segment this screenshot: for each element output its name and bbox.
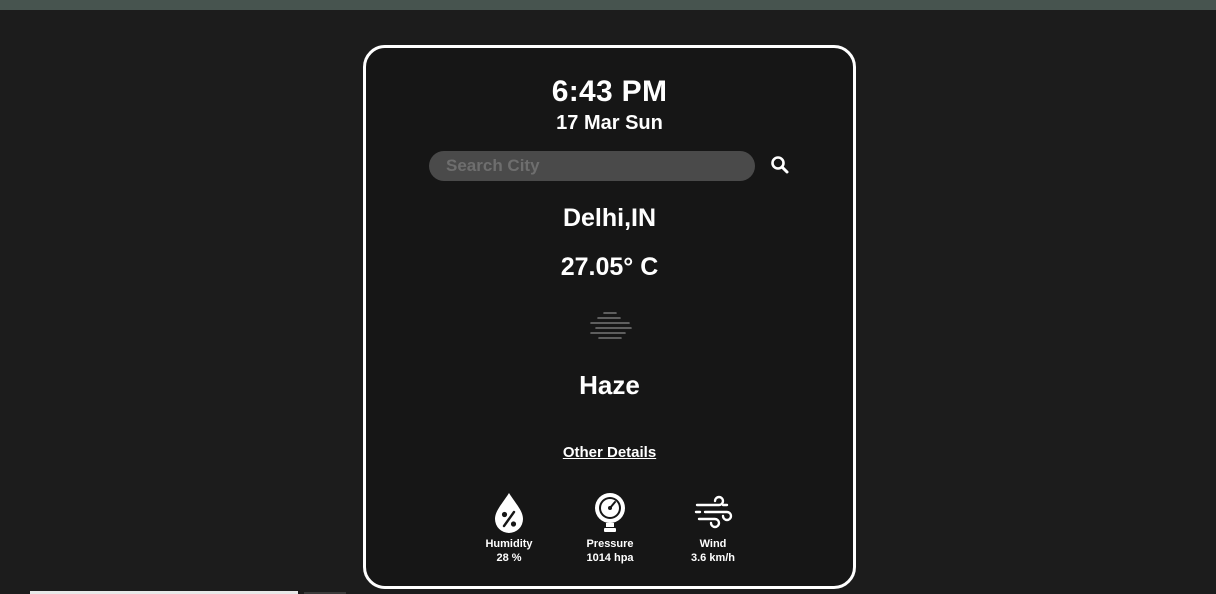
humidity-icon xyxy=(495,493,523,533)
temperature: 27.05° C xyxy=(560,253,659,281)
pressure-label: Pressure xyxy=(586,538,634,550)
search-city-input[interactable] xyxy=(429,151,755,181)
haze-icon xyxy=(590,312,632,339)
weather-condition: Haze xyxy=(579,370,640,400)
wind-icon xyxy=(694,495,733,529)
humidity-label: Humidity xyxy=(485,538,533,550)
browser-top-strip xyxy=(0,0,1216,10)
weather-card: 6:43 PM 17 Mar Sun Delhi,IN 27.05° C Haz… xyxy=(363,45,856,589)
wind-detail: Wind 3.6 km/h xyxy=(668,491,758,565)
search-button[interactable] xyxy=(767,152,793,178)
search-icon xyxy=(771,156,789,174)
humidity-value: 28 % xyxy=(496,552,522,564)
pressure-gauge-icon xyxy=(595,493,625,532)
humidity-detail: Humidity 28 % xyxy=(464,491,554,565)
current-time: 6:43 PM xyxy=(551,75,668,108)
other-details-link[interactable]: Other Details xyxy=(366,444,853,461)
current-date: 17 Mar Sun xyxy=(556,112,663,134)
pressure-value: 1014 hpa xyxy=(586,552,634,564)
city-name: Delhi,IN xyxy=(562,204,657,232)
wind-value: 3.6 km/h xyxy=(690,552,736,564)
pressure-detail: Pressure 1014 hpa xyxy=(565,491,655,565)
wind-label: Wind xyxy=(699,538,727,550)
